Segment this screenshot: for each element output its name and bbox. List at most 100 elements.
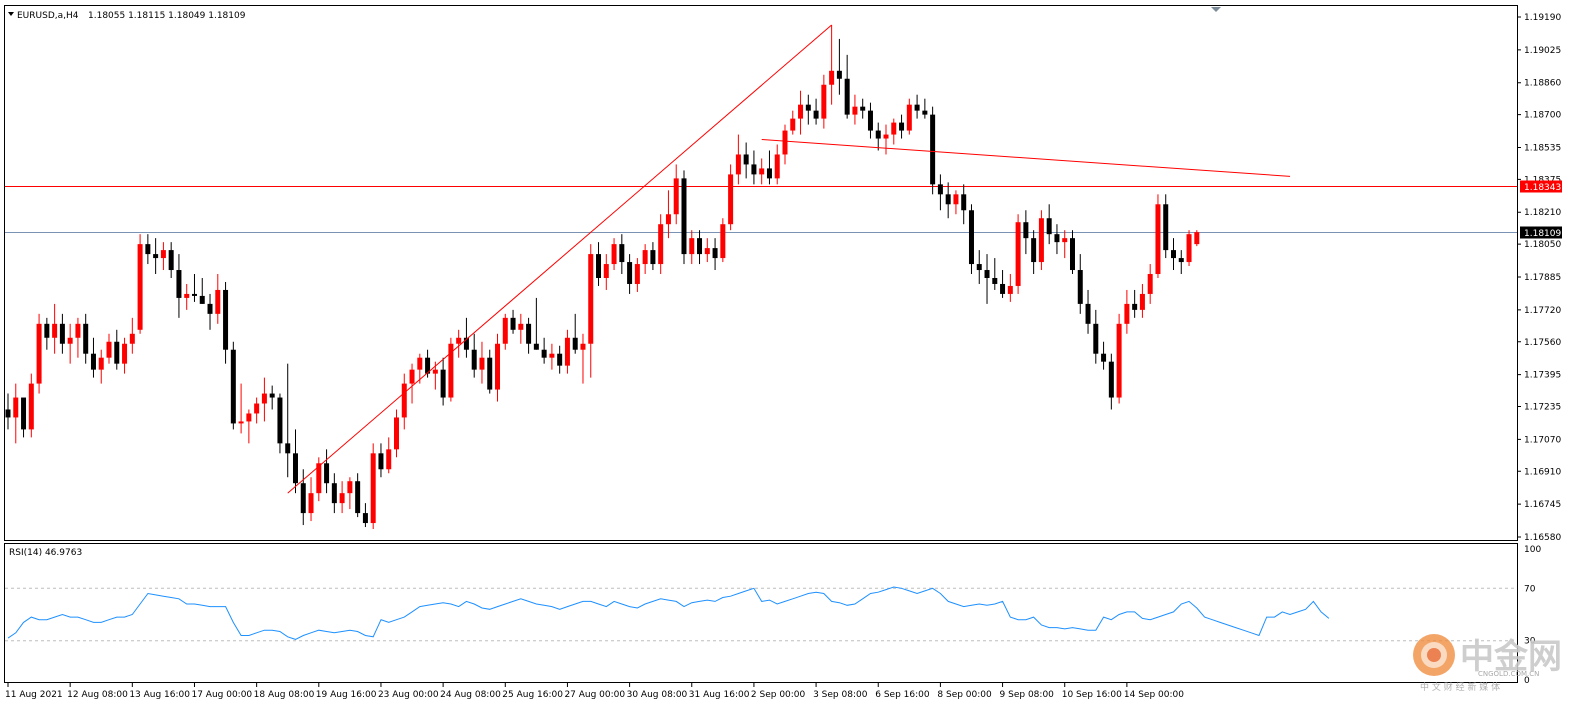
- candle-body: [432, 369, 438, 374]
- time-tick-label: 17 Aug 00:00: [191, 690, 252, 700]
- candle-body: [168, 250, 174, 271]
- candle-body: [277, 397, 283, 444]
- candle-body: [471, 349, 477, 370]
- candle: [968, 204, 974, 275]
- candle-body: [1046, 218, 1052, 235]
- candle-body: [386, 449, 392, 470]
- candle-body: [968, 210, 974, 265]
- time-tick-label: 3 Sep 08:00: [813, 690, 868, 700]
- candle-body: [860, 106, 866, 111]
- time-tick-label: 13 Aug 16:00: [129, 690, 190, 700]
- candle-body: [59, 323, 65, 344]
- candle-body: [28, 383, 34, 430]
- candle-body: [1062, 238, 1068, 243]
- time-tick-label: 8 Sep 00:00: [937, 690, 992, 700]
- candle-body: [440, 369, 446, 398]
- candle-body: [564, 337, 570, 366]
- candle-body: [759, 168, 765, 175]
- candle: [1038, 210, 1044, 271]
- candle-body: [238, 421, 244, 424]
- price-tick-label: 1.17070: [1524, 435, 1561, 445]
- candle-body: [246, 413, 252, 422]
- candle-body: [557, 353, 563, 366]
- candle-body: [160, 250, 166, 259]
- candle-body: [75, 323, 81, 338]
- candle-body: [930, 114, 936, 185]
- candle-body: [339, 493, 345, 504]
- candle-body: [689, 238, 695, 255]
- candle-body: [541, 349, 547, 358]
- candle-body: [735, 154, 741, 175]
- candle-body: [588, 254, 594, 344]
- candle-body: [1093, 323, 1099, 354]
- candle-body: [378, 453, 384, 470]
- candle-body: [5, 409, 11, 418]
- candle: [1015, 214, 1021, 294]
- candle-body: [409, 369, 415, 384]
- price-tick-label: 1.16910: [1524, 467, 1561, 477]
- candle-body: [114, 341, 120, 364]
- candle-body: [984, 270, 990, 278]
- candle-body: [1124, 303, 1130, 324]
- time-tick-label: 12 Aug 08:00: [67, 690, 128, 700]
- candle-body: [743, 154, 749, 165]
- candle-body: [1178, 258, 1184, 263]
- candle-body: [1101, 353, 1107, 362]
- time-tick-label: 19 Aug 16:00: [316, 690, 377, 700]
- time-tick-label: 24 Aug 08:00: [440, 690, 501, 700]
- candle-body: [1000, 283, 1006, 294]
- time-tick-label: 30 Aug 08:00: [627, 690, 688, 700]
- price-tick-label: 1.16580: [1524, 533, 1561, 543]
- candle-body: [751, 164, 757, 175]
- candle: [1155, 194, 1161, 278]
- candle-body: [1023, 222, 1029, 239]
- candle-body: [891, 122, 897, 135]
- candle-body: [487, 357, 493, 390]
- candle-body: [899, 122, 905, 131]
- candle-body: [370, 453, 376, 524]
- candle-body: [502, 317, 508, 344]
- candle-body: [766, 168, 772, 179]
- candle-body: [627, 262, 633, 284]
- candle-body: [821, 84, 827, 119]
- candle-body: [533, 343, 539, 350]
- candle-body: [176, 270, 182, 298]
- candle-body: [308, 493, 314, 514]
- candle-body: [1163, 204, 1169, 251]
- time-tick-label: 14 Sep 00:00: [1124, 690, 1184, 700]
- time-tick-label: 31 Aug 16:00: [689, 690, 750, 700]
- candle-body: [681, 178, 687, 255]
- price-tick-label: 1.17720: [1524, 306, 1561, 316]
- candle-body: [805, 104, 811, 111]
- candle-body: [712, 248, 718, 259]
- candle-body: [1194, 232, 1200, 245]
- candle-body: [129, 333, 135, 344]
- price-tick-label: 1.18860: [1524, 79, 1561, 89]
- chart-root: EURUSD,a,H4 1.18055 1.18115 1.18049 1.18…: [0, 0, 1585, 712]
- watermark-tagline: 中 文 财 经 新 媒 体: [1420, 681, 1500, 693]
- candle: [681, 170, 687, 265]
- candle-body: [883, 134, 889, 139]
- time-tick-label: 10 Sep 16:00: [1062, 690, 1122, 700]
- price-tick-label: 1.19190: [1524, 13, 1561, 23]
- candle-body: [122, 343, 128, 364]
- candle-body: [836, 70, 842, 79]
- candle-body: [215, 289, 221, 314]
- watermark-domain: CNGOLD.COM.CN: [1478, 670, 1539, 678]
- candle-body: [285, 443, 291, 454]
- candle-body: [106, 341, 112, 358]
- candle-body: [98, 357, 104, 370]
- candle-body: [90, 353, 96, 370]
- candle-body: [495, 343, 501, 390]
- price-tick-label: 1.18700: [1524, 111, 1561, 121]
- candle-body: [223, 289, 229, 350]
- candle-body: [67, 337, 73, 344]
- candle-body: [137, 244, 143, 330]
- candle-body: [1085, 303, 1091, 324]
- candle-body: [1038, 218, 1044, 263]
- candle-body: [844, 78, 850, 115]
- price-tick-label: 1.17235: [1524, 403, 1561, 413]
- candle-body: [790, 118, 796, 131]
- candle-body: [13, 397, 19, 418]
- price-tick-label: 1.16745: [1524, 500, 1561, 510]
